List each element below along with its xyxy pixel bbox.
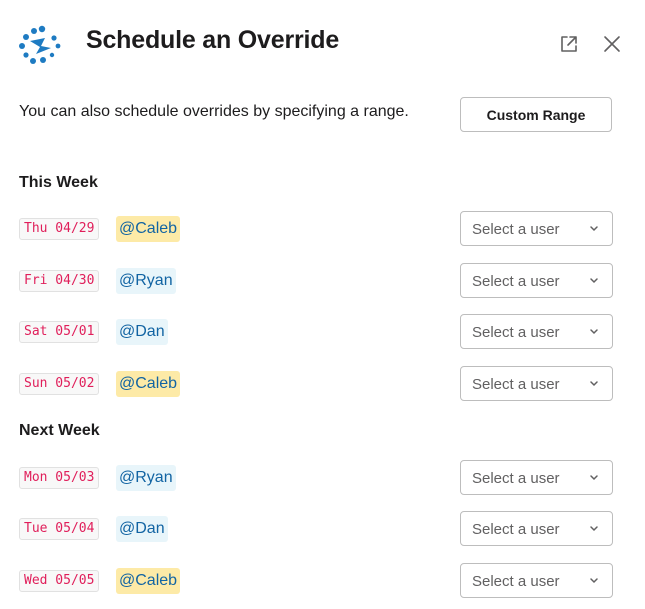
user-select[interactable]: Select a user	[460, 263, 613, 298]
chevron-down-icon	[590, 381, 598, 387]
modal-header: Schedule an Override	[0, 0, 645, 92]
chevron-down-icon	[590, 578, 598, 584]
override-row: Wed 05/05 @Caleb Select a user	[0, 563, 645, 603]
select-placeholder: Select a user	[472, 273, 560, 290]
chevron-down-icon	[590, 226, 598, 232]
override-row: Sun 05/02 @Caleb Select a user	[0, 366, 645, 406]
select-placeholder: Select a user	[472, 573, 560, 590]
section-title-this-week: This Week	[19, 174, 98, 191]
section-title-next-week: Next Week	[19, 422, 100, 439]
user-mention[interactable]: @Dan	[116, 516, 168, 542]
select-placeholder: Select a user	[472, 376, 560, 393]
user-mention[interactable]: @Ryan	[116, 465, 176, 491]
scheduler-app-logo	[19, 25, 61, 64]
intro-text: You can also schedule overrides by speci…	[19, 103, 409, 120]
user-mention[interactable]: @Dan	[116, 319, 168, 345]
user-mention[interactable]: @Caleb	[116, 371, 181, 397]
date-label: Mon 05/03	[19, 467, 100, 489]
select-placeholder: Select a user	[472, 324, 560, 341]
user-select[interactable]: Select a user	[460, 211, 613, 246]
chevron-down-icon	[590, 475, 598, 481]
user-select[interactable]: Select a user	[460, 511, 613, 546]
user-mention[interactable]: @Caleb	[116, 568, 181, 594]
user-mention[interactable]: @Caleb	[116, 216, 181, 242]
date-label: Wed 05/05	[19, 570, 100, 592]
chevron-down-icon	[590, 278, 598, 284]
date-label: Fri 04/30	[19, 270, 100, 292]
override-row: Mon 05/03 @Ryan Select a user	[0, 460, 645, 500]
chevron-down-icon	[590, 526, 598, 532]
user-select[interactable]: Select a user	[460, 314, 613, 349]
close-icon[interactable]	[601, 33, 623, 55]
chevron-down-icon	[590, 329, 598, 335]
schedule-override-modal: Schedule an Override You can also schedu…	[0, 0, 645, 609]
override-row: Tue 05/04 @Dan Select a user	[0, 511, 645, 551]
external-link-icon[interactable]	[558, 33, 580, 55]
override-row: Thu 04/29 @Caleb Select a user	[0, 211, 645, 251]
modal-title: Schedule an Override	[86, 26, 340, 54]
user-mention[interactable]: @Ryan	[116, 268, 176, 294]
custom-range-button[interactable]: Custom Range	[460, 97, 612, 132]
user-select[interactable]: Select a user	[460, 563, 613, 598]
override-row: Sat 05/01 @Dan Select a user	[0, 314, 645, 354]
date-label: Sun 05/02	[19, 373, 100, 395]
date-label: Sat 05/01	[19, 321, 100, 343]
select-placeholder: Select a user	[472, 221, 560, 238]
date-label: Thu 04/29	[19, 218, 100, 240]
user-select[interactable]: Select a user	[460, 366, 613, 401]
select-placeholder: Select a user	[472, 470, 560, 487]
select-placeholder: Select a user	[472, 521, 560, 538]
date-label: Tue 05/04	[19, 518, 100, 540]
override-row: Fri 04/30 @Ryan Select a user	[0, 263, 645, 303]
user-select[interactable]: Select a user	[460, 460, 613, 495]
